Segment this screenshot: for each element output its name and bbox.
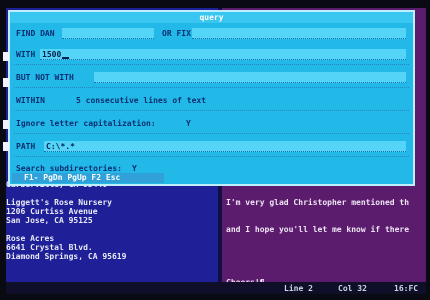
dialog-separator <box>14 156 409 157</box>
dialog-separator <box>14 87 409 88</box>
address-line: 1206 Curtiss Avenue <box>6 207 98 216</box>
within-value[interactable]: 5 consecutive lines of text <box>76 96 206 105</box>
status-col: Col 32 <box>338 284 367 293</box>
dialog-separator <box>14 133 409 134</box>
status-extra: 16:FC <box>394 284 419 293</box>
within-label: WITHIN <box>16 96 45 105</box>
ignore-case-value[interactable]: Y <box>186 119 191 128</box>
but-not-row: BUT NOT WITH <box>10 72 413 83</box>
path-input[interactable]: C:\*.* <box>44 141 406 152</box>
right-pane-text: I'm very glad Christopher mentioned th a… <box>226 180 409 296</box>
find-input[interactable] <box>62 28 154 39</box>
but-not-label: BUT NOT WITH <box>16 73 74 82</box>
but-not-input[interactable] <box>94 72 406 83</box>
path-label: PATH <box>16 142 36 151</box>
text-cursor <box>62 57 70 59</box>
path-row: PATH C:\*.* <box>10 141 413 152</box>
with-row: WITH 1500 <box>10 49 413 60</box>
letter-line: I'm very glad Christopher mentioned th <box>226 198 410 207</box>
address-line: San Jose, CA 95125 <box>6 216 93 225</box>
with-label: WITH <box>16 50 36 59</box>
ignore-case-row: Ignore letter capitalization: Y <box>10 119 413 129</box>
with-input[interactable]: 1500 <box>40 49 406 60</box>
status-bar: Line 2 Col 32 16:FC <box>6 282 426 294</box>
letter-line: and I hope you'll let me know if there <box>226 225 410 234</box>
within-row: WITHIN 5 consecutive lines of text <box>10 96 413 106</box>
search-subdir-value[interactable]: Y <box>132 164 137 173</box>
left-pane-text: Garberville, CA 95440 Liggett's Rose Nur… <box>6 180 126 270</box>
address-line: Rose Acres <box>6 234 55 243</box>
with-input-value: 1500 <box>42 50 62 59</box>
dialog-separator <box>14 64 409 65</box>
left-edge-marker <box>3 78 9 87</box>
left-edge-marker <box>3 142 9 151</box>
dialog-separator <box>14 110 409 111</box>
query-dialog: query FIND DAN OR FIX WITH 1500 BUT NOT … <box>3 10 415 186</box>
function-key-bar[interactable]: F1- PgDn PgUp F2 Esc <box>12 173 164 183</box>
address-block: Liggett's Rose Nursery 1206 Curtiss Aven… <box>6 198 126 225</box>
status-line: Line 2 <box>284 284 313 293</box>
left-edge-marker <box>3 120 9 129</box>
left-edge-marker <box>3 52 9 61</box>
dialog-title: query <box>10 12 413 23</box>
address-block: Rose Acres 6641 Crystal Blvd. Diamond Sp… <box>6 234 126 261</box>
ignore-case-label: Ignore letter capitalization: <box>16 119 156 128</box>
address-line: Liggett's Rose Nursery <box>6 198 112 207</box>
find-row: FIND DAN OR FIX <box>10 28 413 39</box>
find-label: FIND DAN <box>16 29 55 38</box>
path-input-value: C:\*.* <box>46 142 75 151</box>
address-line: Diamond Springs, CA 95619 <box>6 252 127 261</box>
or-input[interactable] <box>192 28 406 39</box>
address-line: 6641 Crystal Blvd. <box>6 243 93 252</box>
search-subdir-label: Search subdirectories: <box>16 164 122 173</box>
or-label: OR FIX <box>162 29 191 38</box>
